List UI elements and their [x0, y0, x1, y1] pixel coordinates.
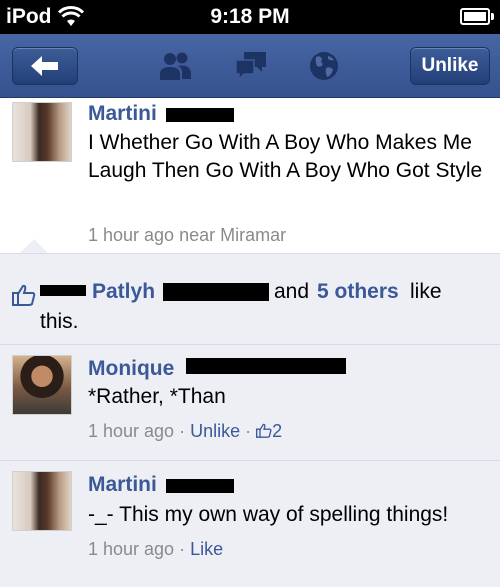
comment-time: 1 hour ago [88, 421, 175, 441]
likes-tail-text: this. [40, 310, 79, 333]
status-bar: iPod 9:18 PM [0, 0, 500, 34]
redaction-bar [186, 358, 346, 374]
post-location[interactable]: near Miramar [179, 225, 286, 245]
likes-and-text: and [274, 280, 310, 303]
likes-pointer [20, 239, 48, 253]
comment-like-count[interactable]: 2 [272, 421, 282, 441]
comment-author-name[interactable]: Monique [88, 357, 174, 381]
messages-icon[interactable] [234, 50, 268, 82]
back-arrow-icon [31, 56, 58, 76]
comment-item: Monique *Rather, *Than 1 hour ago · Unli… [0, 344, 500, 460]
comment-item: Martini -_- This my own way of spelling … [0, 460, 500, 587]
separator: · [245, 421, 252, 441]
post-text: I Whether Go With A Boy Who Makes Me Lau… [88, 131, 483, 182]
battery-tip [491, 13, 494, 20]
liker-name[interactable]: Patlyh [92, 280, 155, 304]
likes-summary: Patlyh and 5 others like this. [0, 253, 500, 344]
avatar[interactable] [12, 355, 72, 415]
likes-like-text: like [410, 280, 442, 303]
clock: 9:18 PM [210, 5, 290, 28]
comment-time: 1 hour ago [88, 539, 175, 559]
comment-unlike-link[interactable]: Unlike [190, 421, 240, 441]
redaction-bar [166, 479, 234, 493]
facebook-nav-bar: Unlike [0, 34, 500, 98]
back-button[interactable] [12, 47, 78, 85]
redaction-bar [40, 285, 86, 296]
thumbs-up-icon [256, 423, 272, 438]
avatar[interactable] [12, 102, 72, 162]
comment-meta: 1 hour ago · Like [88, 539, 223, 560]
unlike-button[interactable]: Unlike [410, 47, 490, 85]
post-author-name[interactable]: Martini [88, 102, 157, 126]
friends-icon[interactable] [158, 50, 192, 82]
comment-text: *Rather, *Than [88, 385, 226, 408]
comment-author-name[interactable]: Martini [88, 473, 157, 497]
redaction-bar [163, 283, 269, 301]
globe-icon[interactable] [307, 50, 341, 82]
thumbs-up-icon [12, 284, 36, 306]
comment-like-link[interactable]: Like [190, 539, 223, 559]
separator: · [179, 421, 186, 441]
battery-icon [460, 8, 490, 25]
comment-meta: 1 hour ago · Unlike · 2 [88, 421, 282, 442]
post-time: 1 hour ago [88, 225, 175, 245]
likes-others-link[interactable]: 5 others [317, 280, 399, 304]
avatar[interactable] [12, 471, 72, 531]
post-meta: 1 hour ago near Miramar [88, 225, 286, 246]
post-detail: Martini I Whether Go With A Boy Who Make… [0, 98, 500, 587]
separator: · [179, 539, 186, 559]
status-post: Martini I Whether Go With A Boy Who Make… [0, 98, 500, 253]
comment-text: -_- This my own way of spelling things! [88, 503, 449, 526]
redaction-bar [166, 108, 234, 122]
